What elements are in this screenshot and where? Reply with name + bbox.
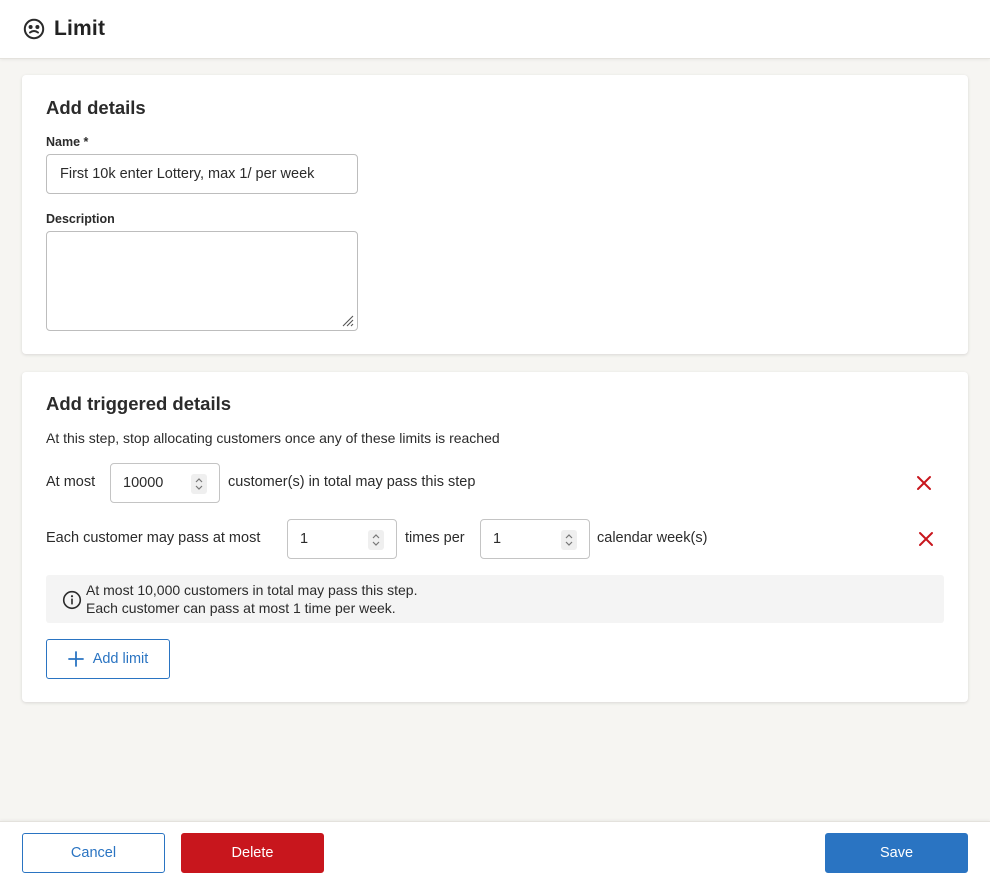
triggered-details-card: Add triggered details At this step, stop… <box>22 372 968 702</box>
spinner-icon[interactable] <box>368 530 384 550</box>
limit2-period-input[interactable]: 1 <box>480 519 590 559</box>
add-details-card: Add details Name * First 10k enter Lotte… <box>22 75 968 354</box>
triggered-details-heading: Add triggered details <box>46 393 232 414</box>
add-details-heading: Add details <box>46 97 146 118</box>
name-input-value: First 10k enter Lottery, max 1/ per week <box>60 166 315 182</box>
name-input[interactable]: First 10k enter Lottery, max 1/ per week <box>46 154 358 194</box>
page-header: Limit <box>0 0 990 59</box>
spinner-icon[interactable] <box>561 530 577 550</box>
description-textarea[interactable] <box>46 231 358 331</box>
add-limit-button[interactable]: Add limit <box>46 639 170 679</box>
add-limit-label: Add limit <box>92 651 149 667</box>
name-label: Name * <box>46 135 89 149</box>
info-line-1: At most 10,000 customers in total may pa… <box>86 582 418 598</box>
limit2-times-value: 1 <box>300 531 309 547</box>
save-button[interactable]: Save <box>825 833 968 873</box>
limit-gauge-icon <box>23 18 45 40</box>
limit2-prefix: Each customer may pass at most <box>46 530 261 546</box>
limit1-total-value: 10000 <box>123 475 164 491</box>
remove-limit1-close-icon[interactable] <box>916 475 932 491</box>
cancel-button[interactable]: Cancel <box>22 833 165 873</box>
info-line-2: Each customer can pass at most 1 time pe… <box>86 600 396 616</box>
description-label: Description <box>46 212 115 226</box>
triggered-subtext: At this step, stop allocating customers … <box>46 430 500 446</box>
info-icon <box>62 590 82 610</box>
limit1-prefix: At most <box>46 474 96 490</box>
limit2-suffix: calendar week(s) <box>597 530 708 546</box>
limit2-middle: times per <box>405 530 465 546</box>
limit1-suffix: customer(s) in total may pass this step <box>228 474 476 490</box>
plus-icon <box>67 651 84 667</box>
remove-limit2-close-icon[interactable] <box>918 531 934 547</box>
page-title: Limit <box>54 17 106 40</box>
limit2-period-value: 1 <box>493 531 502 547</box>
delete-button[interactable]: Delete <box>181 833 324 873</box>
limit2-times-input[interactable]: 1 <box>287 519 397 559</box>
resize-handle-icon[interactable] <box>340 313 354 327</box>
footer-bar: Cancel Delete Save <box>0 821 990 882</box>
limit-summary-info: At most 10,000 customers in total may pa… <box>46 575 944 623</box>
spinner-icon[interactable] <box>191 474 207 494</box>
limit1-total-input[interactable]: 10000 <box>110 463 220 503</box>
